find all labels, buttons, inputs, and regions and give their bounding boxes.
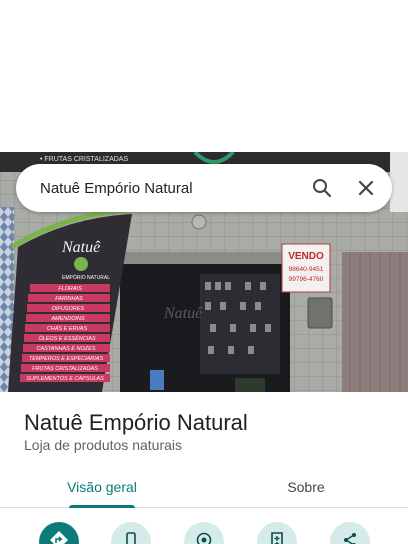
svg-text:99796-4760: 99796-4760: [289, 276, 324, 283]
call-button[interactable]: [111, 522, 151, 544]
location-icon: [195, 531, 213, 544]
save-button[interactable]: [257, 522, 297, 544]
tab-about[interactable]: Sobre: [204, 466, 408, 507]
place-title: Natuê Empório Natural: [24, 410, 248, 435]
svg-text:SUPLEMENTOS E CÁPSULAS: SUPLEMENTOS E CÁPSULAS: [26, 375, 104, 382]
directions-button[interactable]: [39, 522, 79, 544]
svg-text:FRUTAS CRISTALIZADAS: FRUTAS CRISTALIZADAS: [32, 366, 98, 372]
sale-sign-title: VENDO: [288, 251, 324, 262]
banner-logo: Natuê: [61, 239, 101, 256]
phone-icon: [122, 531, 140, 544]
svg-text:AMENDOINS: AMENDOINS: [50, 316, 85, 322]
svg-text:CHÁS E ERVAS: CHÁS E ERVAS: [47, 325, 88, 332]
banner-text: • FRUTAS CRISTALIZADAS: [40, 156, 128, 163]
svg-text:CASTANHAS E NOZES: CASTANHAS E NOZES: [37, 346, 96, 352]
action-buttons: [0, 522, 408, 544]
nearby-button[interactable]: [184, 522, 224, 544]
place-category: Loja de produtos naturais: [24, 437, 182, 453]
svg-text:EMPÓRIO NATURAL: EMPÓRIO NATURAL: [62, 274, 110, 281]
save-icon: [268, 531, 286, 544]
directions-icon: [49, 530, 69, 544]
svg-text:TEMPEROS E ESPECIARIAS: TEMPEROS E ESPECIARIAS: [29, 356, 104, 362]
svg-text:DIFUSORES: DIFUSORES: [52, 306, 84, 312]
close-icon[interactable]: [350, 172, 382, 204]
svg-text:FARINHAS: FARINHAS: [55, 296, 83, 302]
tab-bar: Visão geral Sobre: [0, 466, 408, 508]
svg-text:ÓLEOS E ESSÊNCIAS: ÓLEOS E ESSÊNCIAS: [38, 334, 95, 342]
svg-text:Natuê: Natuê: [163, 305, 203, 322]
search-query[interactable]: Natuê Empório Natural: [40, 180, 306, 197]
svg-text:FLORAIS: FLORAIS: [58, 286, 82, 292]
share-icon: [341, 531, 359, 544]
search-icon[interactable]: [306, 172, 338, 204]
tab-overview[interactable]: Visão geral: [0, 466, 204, 508]
svg-text:98640-9451: 98640-9451: [289, 266, 324, 273]
search-bar[interactable]: Natuê Empório Natural: [16, 164, 392, 212]
share-button[interactable]: [330, 522, 370, 544]
